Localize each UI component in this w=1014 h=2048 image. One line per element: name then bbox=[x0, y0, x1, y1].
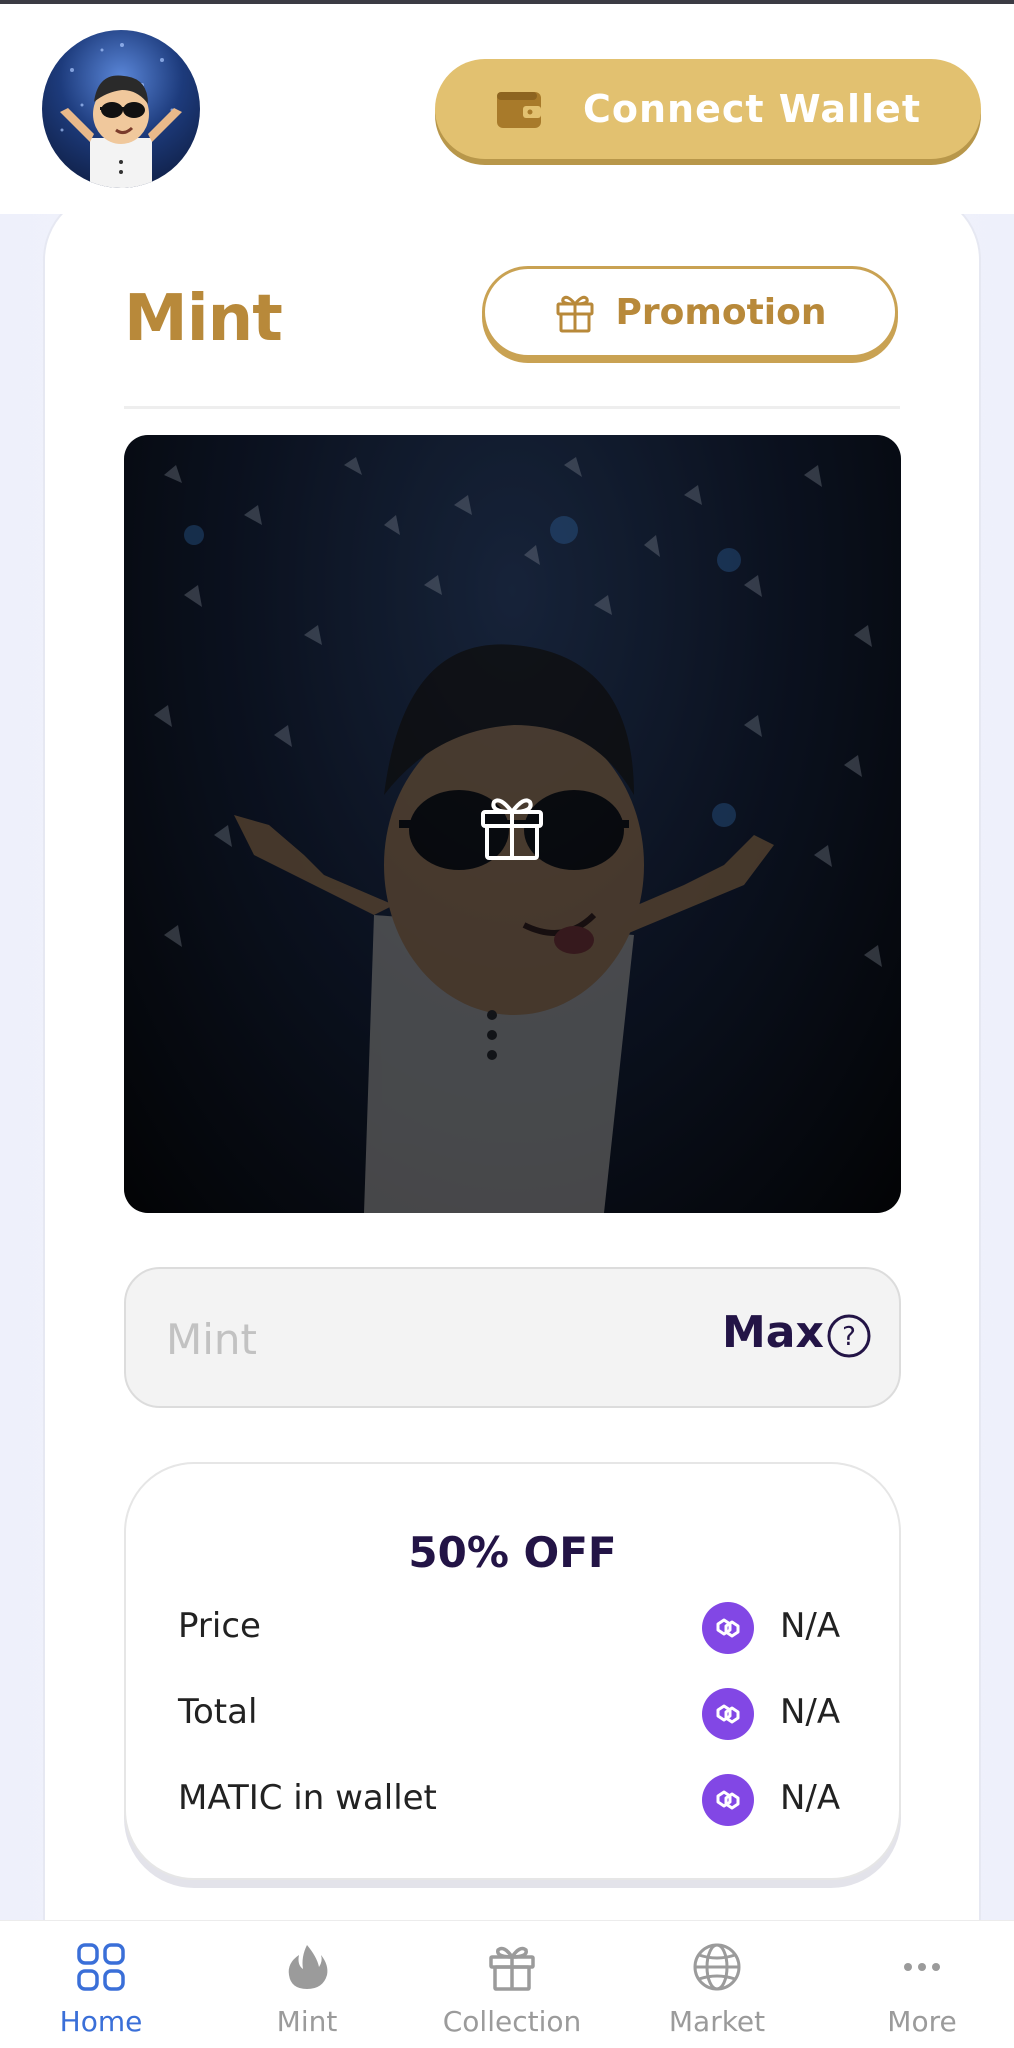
avatar-character-image bbox=[60, 43, 182, 188]
polygon-coin-icon bbox=[702, 1688, 754, 1740]
max-button[interactable]: Max bbox=[722, 1307, 824, 1358]
connect-wallet-button[interactable]: Connect Wallet bbox=[435, 59, 981, 159]
bottom-navigation: Home Mint Collection Market More bbox=[0, 1920, 1014, 2048]
promotion-label: Promotion bbox=[615, 291, 827, 333]
nav-label: Collection bbox=[442, 2005, 582, 2038]
wallet-balance-row: MATIC in wallet N/A bbox=[178, 1772, 850, 1832]
promotion-button[interactable]: Promotion bbox=[482, 266, 898, 358]
divider bbox=[124, 406, 900, 409]
flame-icon bbox=[288, 1945, 328, 1989]
row-label: Total bbox=[178, 1692, 258, 1732]
app-header: Connect Wallet bbox=[0, 4, 1014, 214]
price-summary-card: 50% OFF Price N/A Total N/A MATIC in wal… bbox=[124, 1462, 901, 1880]
gift-icon bbox=[481, 798, 543, 860]
nav-label: Home bbox=[59, 2005, 143, 2038]
polygon-coin-icon bbox=[702, 1774, 754, 1826]
wallet-icon bbox=[497, 92, 541, 128]
svg-text:?: ? bbox=[842, 1322, 856, 1352]
discount-label: 50% OFF bbox=[408, 1528, 617, 1577]
connect-wallet-label: Connect Wallet bbox=[583, 87, 921, 131]
nav-item-mint[interactable]: Mint bbox=[207, 1921, 407, 2048]
nav-item-more[interactable]: More bbox=[822, 1921, 1014, 2048]
page-title: Mint bbox=[124, 282, 283, 356]
nav-label: Mint bbox=[276, 2005, 338, 2038]
mint-quantity-field: Max ? bbox=[124, 1267, 901, 1408]
nav-label: More bbox=[887, 2005, 957, 2038]
row-label: Price bbox=[178, 1606, 261, 1646]
gift-icon bbox=[489, 1946, 535, 1991]
gift-icon bbox=[556, 295, 594, 333]
nav-item-collection[interactable]: Collection bbox=[412, 1921, 612, 2048]
globe-icon bbox=[693, 1943, 741, 1991]
dots-icon bbox=[904, 1963, 940, 1971]
row-value: N/A bbox=[780, 1606, 841, 1646]
help-icon[interactable]: ? bbox=[826, 1313, 872, 1359]
mint-quantity-input[interactable] bbox=[166, 1299, 566, 1379]
price-row: Price N/A bbox=[178, 1600, 850, 1660]
nav-item-market[interactable]: Market bbox=[617, 1921, 817, 2048]
nav-label: Market bbox=[668, 2005, 766, 2038]
grid-icon bbox=[77, 1943, 125, 1991]
row-label: MATIC in wallet bbox=[178, 1778, 437, 1818]
row-value: N/A bbox=[780, 1778, 841, 1818]
avatar[interactable] bbox=[42, 30, 200, 188]
row-value: N/A bbox=[780, 1692, 841, 1732]
polygon-coin-icon bbox=[702, 1602, 754, 1654]
total-row: Total N/A bbox=[178, 1686, 850, 1746]
nav-item-home[interactable]: Home bbox=[1, 1921, 201, 2048]
